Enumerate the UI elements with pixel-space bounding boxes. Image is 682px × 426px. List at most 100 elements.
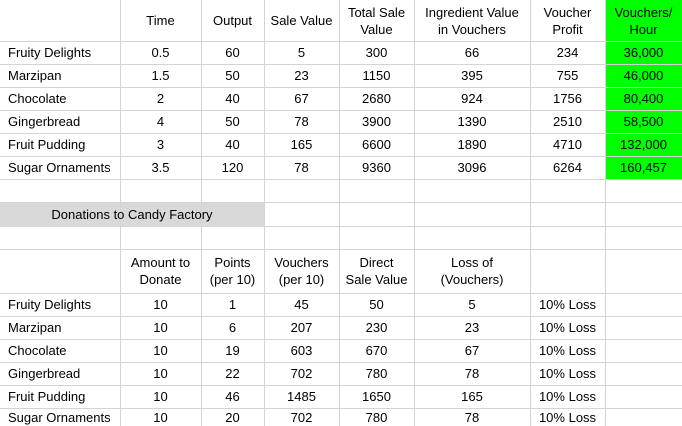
row-label[interactable]: Fruit Pudding [0, 133, 120, 156]
cell-pct[interactable]: 10% Loss [530, 385, 605, 408]
header-ingredient-value[interactable]: Ingredient Value in Vouchers [414, 0, 530, 41]
cell-vouchers[interactable]: 702 [264, 408, 339, 426]
cell-amount[interactable]: 10 [120, 385, 201, 408]
cell-sale-value[interactable]: 165 [264, 133, 339, 156]
cell-ingredient[interactable]: 66 [414, 41, 530, 64]
cell-loss[interactable]: 78 [414, 408, 530, 426]
cell-time[interactable]: 3.5 [120, 156, 201, 179]
cell-pct[interactable]: 10% Loss [530, 293, 605, 316]
cell-per-hour[interactable]: 36,000 [605, 41, 682, 64]
row-label[interactable]: Sugar Ornaments [0, 408, 120, 426]
cell-points[interactable]: 20 [201, 408, 264, 426]
cell-ingredient[interactable]: 1390 [414, 110, 530, 133]
cell-profit[interactable]: 4710 [530, 133, 605, 156]
cell-loss[interactable]: 67 [414, 339, 530, 362]
cell-profit[interactable]: 234 [530, 41, 605, 64]
cell-points[interactable]: 1 [201, 293, 264, 316]
row-label[interactable]: Sugar Ornaments [0, 156, 120, 179]
cell-vouchers[interactable]: 702 [264, 362, 339, 385]
cell-direct[interactable]: 780 [339, 362, 414, 385]
cell-vouchers[interactable]: 207 [264, 316, 339, 339]
cell-sale-value[interactable]: 78 [264, 110, 339, 133]
cell-vouchers[interactable]: 603 [264, 339, 339, 362]
cell-per-hour[interactable]: 46,000 [605, 64, 682, 87]
cell-points[interactable]: 6 [201, 316, 264, 339]
header-sale-value[interactable]: Sale Value [264, 0, 339, 41]
cell-output[interactable]: 40 [201, 87, 264, 110]
row-label[interactable]: Gingerbread [0, 362, 120, 385]
cell-profit[interactable]: 1756 [530, 87, 605, 110]
cell-time[interactable]: 0.5 [120, 41, 201, 64]
header-time[interactable]: Time [120, 0, 201, 41]
cell-total[interactable]: 300 [339, 41, 414, 64]
cell-amount[interactable]: 10 [120, 408, 201, 426]
cell-loss[interactable]: 78 [414, 362, 530, 385]
cell-per-hour[interactable]: 132,000 [605, 133, 682, 156]
cell-output[interactable]: 40 [201, 133, 264, 156]
cell-output[interactable]: 50 [201, 110, 264, 133]
cell-time[interactable]: 1.5 [120, 64, 201, 87]
cell-total[interactable]: 2680 [339, 87, 414, 110]
cell-profit[interactable]: 755 [530, 64, 605, 87]
cell-direct[interactable]: 670 [339, 339, 414, 362]
row-label[interactable]: Marzipan [0, 316, 120, 339]
header-points[interactable]: Points (per 10) [201, 249, 264, 293]
row-label[interactable]: Fruity Delights [0, 293, 120, 316]
cell-per-hour[interactable]: 58,500 [605, 110, 682, 133]
cell-vouchers[interactable]: 45 [264, 293, 339, 316]
cell-ingredient[interactable]: 395 [414, 64, 530, 87]
cell-output[interactable]: 120 [201, 156, 264, 179]
cell-points[interactable]: 46 [201, 385, 264, 408]
cell-direct[interactable]: 1650 [339, 385, 414, 408]
header-vouchers[interactable]: Vouchers (per 10) [264, 249, 339, 293]
cell-per-hour[interactable]: 160,457 [605, 156, 682, 179]
cell-pct[interactable]: 10% Loss [530, 339, 605, 362]
cell-ingredient[interactable]: 924 [414, 87, 530, 110]
header-output[interactable]: Output [201, 0, 264, 41]
row-label[interactable]: Marzipan [0, 64, 120, 87]
cell-amount[interactable]: 10 [120, 362, 201, 385]
cell-time[interactable]: 3 [120, 133, 201, 156]
cell-direct[interactable]: 230 [339, 316, 414, 339]
cell-sale-value[interactable]: 5 [264, 41, 339, 64]
cell-pct[interactable]: 10% Loss [530, 316, 605, 339]
cell-time[interactable]: 4 [120, 110, 201, 133]
cell-output[interactable]: 60 [201, 41, 264, 64]
cell-ingredient[interactable]: 1890 [414, 133, 530, 156]
header-vouchers-per-hour[interactable]: Vouchers/Hour [605, 0, 682, 41]
header-amount-to-donate[interactable]: Amount to Donate [120, 249, 201, 293]
cell-points[interactable]: 19 [201, 339, 264, 362]
cell-loss[interactable]: 5 [414, 293, 530, 316]
cell-loss[interactable]: 23 [414, 316, 530, 339]
cell-direct[interactable]: 50 [339, 293, 414, 316]
row-label[interactable]: Fruity Delights [0, 41, 120, 64]
header-loss-of-vouchers[interactable]: Loss of (Vouchers) [414, 249, 530, 293]
header-voucher-profit[interactable]: Voucher Profit [530, 0, 605, 41]
cell-ingredient[interactable]: 3096 [414, 156, 530, 179]
cell-total[interactable]: 6600 [339, 133, 414, 156]
cell-output[interactable]: 50 [201, 64, 264, 87]
cell-per-hour[interactable]: 80,400 [605, 87, 682, 110]
row-label[interactable]: Gingerbread [0, 110, 120, 133]
cell-time[interactable]: 2 [120, 87, 201, 110]
cell-loss[interactable]: 165 [414, 385, 530, 408]
cell-amount[interactable]: 10 [120, 339, 201, 362]
cell-pct[interactable]: 10% Loss [530, 408, 605, 426]
cell-sale-value[interactable]: 23 [264, 64, 339, 87]
cell-pct[interactable]: 10% Loss [530, 362, 605, 385]
cell-amount[interactable]: 10 [120, 316, 201, 339]
cell-sale-value[interactable]: 78 [264, 156, 339, 179]
cell-total[interactable]: 1150 [339, 64, 414, 87]
cell-vouchers[interactable]: 1485 [264, 385, 339, 408]
row-label[interactable]: Chocolate [0, 339, 120, 362]
header-direct-sale-value[interactable]: Direct Sale Value [339, 249, 414, 293]
cell-amount[interactable]: 10 [120, 293, 201, 316]
header-total-sale-value[interactable]: Total Sale Value [339, 0, 414, 41]
cell-profit[interactable]: 2510 [530, 110, 605, 133]
cell-sale-value[interactable]: 67 [264, 87, 339, 110]
cell-direct[interactable]: 780 [339, 408, 414, 426]
cell-total[interactable]: 3900 [339, 110, 414, 133]
cell-total[interactable]: 9360 [339, 156, 414, 179]
section-title[interactable]: Donations to Candy Factory [0, 202, 264, 226]
cell-profit[interactable]: 6264 [530, 156, 605, 179]
